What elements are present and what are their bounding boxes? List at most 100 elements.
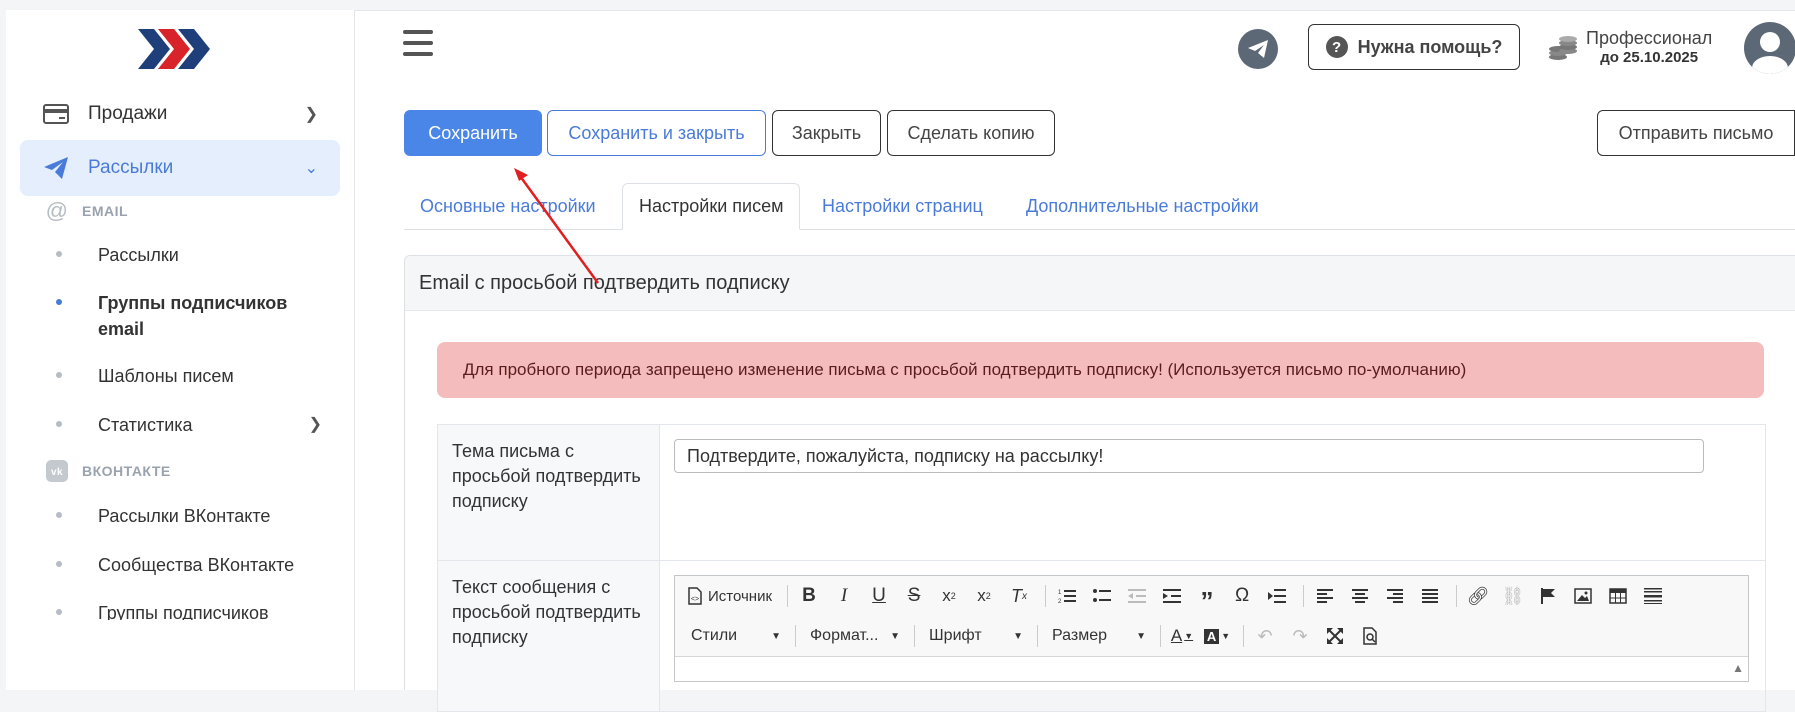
font-select[interactable]: Шрифт ▼ (921, 622, 1031, 650)
send-letter-button[interactable]: Отправить письмо (1597, 110, 1795, 156)
preview-icon[interactable] (1355, 622, 1385, 650)
numbered-list-icon[interactable]: 12 (1052, 582, 1082, 610)
special-char-icon[interactable]: Ω (1227, 582, 1257, 610)
text-color-icon[interactable]: A ▼ (1167, 622, 1197, 650)
strikethrough-icon[interactable]: S (899, 582, 929, 610)
help-label: Нужна помощь? (1357, 36, 1503, 57)
close-button[interactable]: Закрыть (772, 110, 881, 156)
caret-down-icon: ▼ (771, 630, 781, 642)
at-icon: @ (45, 198, 69, 223)
plan-info[interactable]: Профессионал до 25.10.2025 (1546, 28, 1712, 68)
vk-icon: vk (46, 460, 68, 482)
make-copy-button[interactable]: Сделать копию (887, 110, 1055, 156)
svg-text:<>: <> (691, 596, 699, 603)
tab-letter-settings[interactable]: Настройки писем (622, 183, 801, 230)
paper-plane-icon (42, 156, 70, 180)
anchor-flag-icon[interactable] (1533, 582, 1563, 610)
sidebar-item-label: Рассылки (98, 245, 179, 265)
sidebar-item-mailings[interactable]: Рассылки ⌄ (20, 140, 340, 196)
bullet-icon (56, 609, 62, 615)
styles-select[interactable]: Стили ▼ (683, 622, 789, 650)
redo-icon[interactable]: ↷ (1285, 622, 1315, 650)
menu-toggle-button[interactable] (403, 30, 433, 60)
telegram-icon (1248, 40, 1268, 58)
chevron-down-icon: ⌄ (304, 160, 318, 177)
sidebar-item-statistics[interactable]: Статистика ❯ (56, 412, 346, 438)
subject-row: Тема письма с просьбой подтвердить подпи… (438, 425, 1765, 561)
size-select[interactable]: Размер ▼ (1044, 622, 1154, 650)
sidebar-item-label: Шаблоны писем (98, 366, 234, 386)
maximize-icon[interactable] (1320, 622, 1350, 650)
image-icon[interactable] (1568, 582, 1598, 610)
bullet-icon (56, 561, 62, 567)
div-container-icon[interactable] (1262, 582, 1292, 610)
subscript-icon[interactable]: x2 (934, 582, 964, 610)
user-icon (1752, 32, 1788, 74)
align-right-icon[interactable] (1380, 582, 1410, 610)
horizontal-line-icon[interactable] (1638, 582, 1668, 610)
save-button[interactable]: Сохранить (404, 110, 542, 156)
bullet-icon (56, 299, 62, 305)
sidebar-item-vk-mailings[interactable]: Рассылки ВКонтакте (56, 503, 346, 529)
tab-page-settings[interactable]: Настройки страниц (806, 183, 999, 229)
outdent-icon[interactable] (1122, 582, 1152, 610)
confirmation-email-card: Email с просьбой подтвердить подписку Дл… (404, 255, 1795, 712)
email-form: Тема письма с просьбой подтвердить подпи… (437, 424, 1766, 712)
trial-alert: Для пробного периода запрещено изменение… (437, 342, 1764, 398)
editor-content-area[interactable]: ▲ (675, 656, 1748, 681)
rich-text-editor: <> Источник B I U S x2 x2 Tx 12 ” Ω 🔗︎ ⛓… (674, 575, 1749, 682)
align-justify-icon[interactable] (1415, 582, 1445, 610)
bullet-icon (56, 421, 62, 427)
sidebar-item-templates[interactable]: Шаблоны писем (56, 363, 346, 389)
plan-expiry: до 25.10.2025 (1600, 49, 1699, 66)
help-button[interactable]: ? Нужна помощь? (1308, 24, 1520, 70)
caret-down-icon: ▼ (1013, 630, 1023, 642)
subject-input[interactable]: Подтвердите, пожалуйста, подписку на рас… (674, 439, 1704, 473)
svg-text:vk: vk (51, 467, 63, 478)
editor-toolbar-row-2: Стили ▼ Формат... ▼ Шрифт ▼ Размер ▼ A ▼… (675, 616, 1748, 656)
tab-main-settings[interactable]: Основные настройки (404, 183, 612, 229)
section-vk: vk ВКОНТАКТЕ (46, 460, 171, 482)
telegram-button[interactable] (1238, 29, 1278, 69)
question-icon: ? (1325, 36, 1348, 58)
link-icon[interactable]: 🔗︎ (1463, 582, 1493, 610)
sidebar-item-sales[interactable]: Продажи ❯ (20, 86, 340, 142)
blockquote-icon[interactable]: ” (1192, 577, 1222, 615)
italic-icon[interactable]: I (829, 582, 859, 610)
source-button[interactable]: <> Источник (683, 582, 776, 610)
tab-bar: Основные настройки Настройки писем Настр… (404, 183, 1795, 230)
card-icon (42, 102, 70, 126)
caret-down-icon: ▼ (890, 630, 900, 642)
source-label: Источник (708, 587, 773, 605)
undo-icon[interactable]: ↶ (1250, 622, 1280, 650)
table-icon[interactable] (1603, 582, 1633, 610)
caret-down-icon: ▼ (1136, 630, 1146, 642)
sidebar-item-vk-groups[interactable]: Группы подписчиков (56, 600, 346, 620)
sidebar-item-email-groups[interactable]: Группы подписчиков email (56, 290, 346, 342)
resize-handle-icon[interactable]: ▲ (1732, 661, 1744, 675)
sidebar-item-label: Рассылки ВКонтакте (98, 506, 271, 526)
indent-icon[interactable] (1157, 582, 1187, 610)
subject-label: Тема письма с просьбой подтвердить подпи… (438, 425, 660, 560)
bold-icon[interactable]: B (794, 582, 824, 610)
remove-format-icon[interactable]: Tx (1004, 582, 1034, 610)
section-label: EMAIL (82, 203, 129, 219)
background-color-icon[interactable]: A ▼ (1202, 622, 1232, 650)
sidebar-item-email-mailings[interactable]: Рассылки (56, 242, 346, 268)
avatar[interactable] (1744, 22, 1795, 74)
bullet-list-icon[interactable] (1087, 582, 1117, 610)
underline-icon[interactable]: U (864, 582, 894, 610)
align-left-icon[interactable] (1310, 582, 1340, 610)
superscript-icon[interactable]: x2 (969, 582, 999, 610)
tab-additional-settings[interactable]: Дополнительные настройки (1010, 183, 1275, 229)
unlink-icon[interactable]: ⛓︎ (1498, 582, 1528, 610)
sidebar-item-label: Группы подписчиков (98, 603, 269, 620)
sidebar-item-vk-communities[interactable]: Сообщества ВКонтакте (56, 552, 346, 578)
svg-text:1: 1 (1058, 590, 1062, 596)
body-label: Текст сообщения с просьбой подтвердить п… (438, 561, 660, 711)
save-and-close-button[interactable]: Сохранить и закрыть (547, 110, 766, 156)
format-select[interactable]: Формат... ▼ (802, 622, 908, 650)
logo[interactable] (136, 24, 216, 74)
align-center-icon[interactable] (1345, 582, 1375, 610)
hamburger-icon (403, 30, 433, 34)
